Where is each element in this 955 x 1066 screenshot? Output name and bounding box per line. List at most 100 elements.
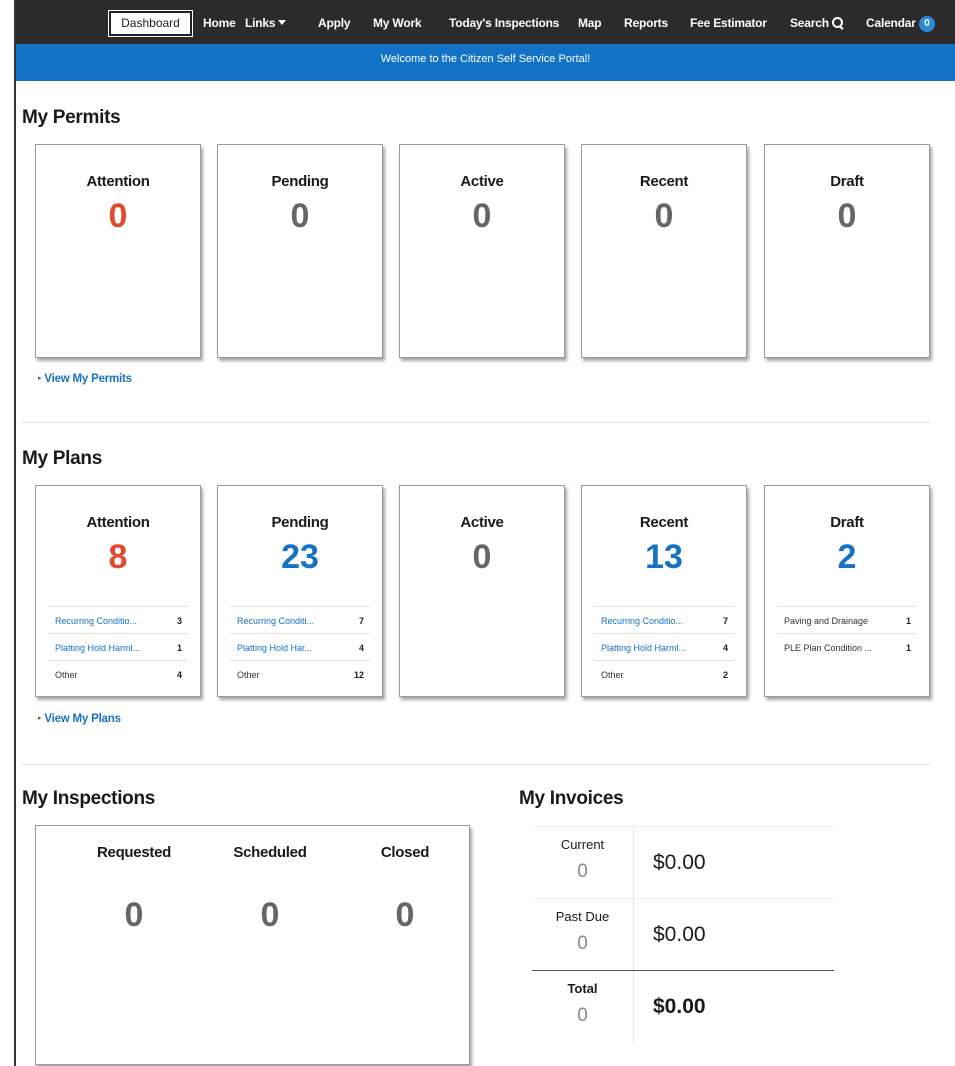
list-item-label: Other (237, 670, 260, 680)
plans-card-pending[interactable]: Pending 23 Recurring Conditi... 7 Plattin… (217, 485, 383, 697)
invoice-amount: $0.00 (653, 851, 706, 874)
list-item[interactable]: Platting Hold Harml... 4 (594, 633, 734, 660)
list-item-label: PLE Plan Condition ... (784, 643, 873, 653)
search-icon (831, 17, 844, 29)
inspections-card: Requested 0 Scheduled 0 Closed 0 (35, 825, 470, 1065)
permits-card-recent[interactable]: Recent 0 (581, 144, 747, 358)
inspection-count: 0 (395, 896, 415, 934)
view-my-plans-link[interactable]: View My Plans (38, 713, 121, 725)
list-item[interactable]: Platting Hold Harml... 1 (48, 633, 188, 660)
card-count: 8 (108, 538, 128, 576)
card-count: 0 (108, 197, 128, 235)
nav-dashboard[interactable]: Dashboard (109, 11, 192, 36)
invoice-row-current[interactable]: Current 0 $0.00 (532, 826, 834, 898)
list-item-label: Platting Hold Har... (237, 643, 313, 653)
card-count: 2 (837, 538, 857, 576)
list-item-label: Recurring Conditi... (237, 616, 315, 626)
inspection-label: Scheduled (233, 844, 307, 861)
permits-card-attention[interactable]: Attention 0 (35, 144, 201, 358)
card-label: Recent (639, 173, 689, 190)
nav-search-label: Search (790, 16, 829, 30)
list-item[interactable]: Recurring Conditio... 3 (48, 606, 188, 633)
permits-title: My Permits (22, 107, 121, 128)
nav-search[interactable]: Search (790, 0, 844, 44)
card-count: 23 (281, 538, 319, 576)
list-item-label: Paving and Drainage (784, 616, 869, 626)
nav-reports[interactable]: Reports (624, 0, 668, 44)
card-breakdown-list: Paving and Drainage 1 PLE Plan Condition … (777, 606, 917, 660)
card-count: 0 (654, 197, 674, 235)
plans-title: My Plans (22, 448, 102, 469)
top-nav: Dashboard Home Links Apply My Work Today… (16, 0, 955, 44)
invoice-amount: $0.00 (653, 995, 706, 1018)
nav-home[interactable]: Home (203, 0, 236, 44)
list-item-count: 1 (905, 643, 911, 653)
invoice-count: 0 (577, 1005, 588, 1026)
list-item: Other 2 (594, 660, 734, 687)
list-item[interactable]: Recurring Conditi... 7 (230, 606, 370, 633)
card-label: Pending (271, 173, 329, 190)
nav-fee-estimator[interactable]: Fee Estimator (690, 0, 767, 44)
list-item[interactable]: Recurring Conditio... 7 (594, 606, 734, 633)
list-item: Other 12 (230, 660, 370, 687)
plans-card-attention[interactable]: Attention 8 Recurring Conditio... 3 Platt… (35, 485, 201, 697)
list-item-count: 1 (905, 616, 911, 626)
list-item-count: 1 (176, 643, 182, 653)
calendar-count-badge: 0 (918, 16, 935, 32)
list-item-label: Platting Hold Harml... (55, 643, 141, 653)
list-item-count: 4 (358, 643, 364, 653)
page-frame: Dashboard Home Links Apply My Work Today… (14, 0, 955, 1066)
list-item-count: 4 (722, 643, 728, 653)
view-my-permits-link[interactable]: View My Permits (38, 373, 132, 385)
list-item-label: Platting Hold Harml... (601, 643, 687, 653)
chevron-down-icon (278, 20, 287, 25)
inspection-count: 0 (260, 896, 280, 934)
invoice-count: 0 (577, 933, 588, 954)
list-item: PLE Plan Condition ... 1 (777, 633, 917, 660)
permits-card-active[interactable]: Active 0 (399, 144, 565, 358)
nav-my-work[interactable]: My Work (373, 0, 422, 44)
card-count: 0 (472, 538, 492, 576)
section-divider (22, 764, 930, 765)
nav-todays-inspections[interactable]: Today's Inspections (449, 0, 559, 44)
invoice-amount: $0.00 (653, 923, 706, 946)
card-label: Draft (830, 514, 864, 531)
nav-map[interactable]: Map (578, 0, 602, 44)
invoices-title: My Invoices (519, 788, 624, 809)
invoice-row-past-due[interactable]: Past Due 0 $0.00 (532, 898, 834, 970)
nav-calendar[interactable]: Calendar 0 (866, 0, 935, 44)
nav-calendar-label: Calendar (866, 16, 916, 30)
list-item-count: 4 (176, 670, 182, 680)
invoices-table: Current 0 $0.00 Past Due 0 $0.00 Total 0… (532, 826, 834, 1044)
plans-card-draft[interactable]: Draft 2 Paving and Drainage 1 PLE Plan Co… (764, 485, 930, 697)
welcome-banner: Welcome to the Citizen Self Service Port… (16, 44, 955, 81)
list-item: Other 4 (48, 660, 188, 687)
plans-card-active[interactable]: Active 0 (399, 485, 565, 697)
card-label: Recent (639, 514, 689, 531)
card-label: Pending (271, 514, 329, 531)
inspection-label: Requested (97, 844, 171, 861)
card-breakdown-list: Recurring Conditio... 3 Platting Hold Har… (48, 606, 188, 687)
card-count: 0 (472, 197, 492, 235)
card-label: Attention (86, 173, 150, 190)
plans-card-recent[interactable]: Recent 13 Recurring Conditio... 7 Plattin… (581, 485, 747, 697)
inspections-title: My Inspections (22, 788, 156, 809)
list-item[interactable]: Platting Hold Har... 4 (230, 633, 370, 660)
list-item-label: Other (601, 670, 624, 680)
nav-apply[interactable]: Apply (318, 0, 351, 44)
list-item-count: 2 (722, 670, 728, 680)
invoice-row-total[interactable]: Total 0 $0.00 (532, 970, 834, 1042)
card-count: 0 (837, 197, 857, 235)
card-label: Active (460, 514, 504, 531)
card-label: Attention (86, 514, 150, 531)
invoice-count: 0 (577, 861, 588, 882)
permits-card-draft[interactable]: Draft 0 (764, 144, 930, 358)
card-label: Active (460, 173, 504, 190)
card-label: Draft (830, 173, 864, 190)
inspection-label: Closed (380, 844, 430, 861)
list-item-label: Recurring Conditio... (601, 616, 684, 626)
card-breakdown-list: Recurring Conditio... 7 Platting Hold Har… (594, 606, 734, 687)
nav-links[interactable]: Links (245, 0, 287, 44)
list-item: Paving and Drainage 1 (777, 606, 917, 633)
permits-card-pending[interactable]: Pending 0 (217, 144, 383, 358)
